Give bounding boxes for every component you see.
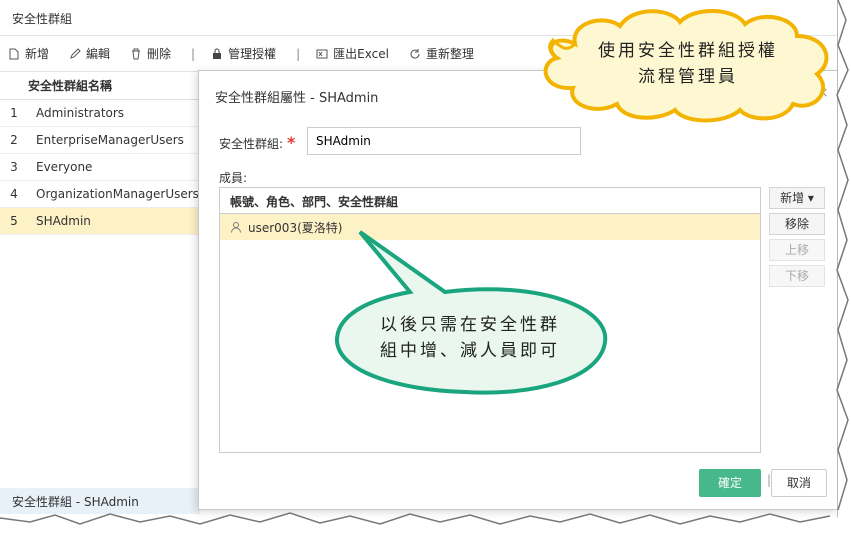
group-name-input[interactable] xyxy=(307,127,581,155)
group-grid: 安全性群組名稱 1 Administrators 2 EnterpriseMan… xyxy=(0,72,200,235)
callout-bottom-line2: 組中增、減人員即可 xyxy=(380,341,560,361)
pencil-icon xyxy=(70,47,81,59)
refresh-button[interactable]: 重新整理 xyxy=(409,45,474,62)
user-icon xyxy=(231,222,241,233)
row-number: 1 xyxy=(10,106,18,120)
cancel-button[interactable]: 取消 xyxy=(771,469,827,497)
delete-label: 刪除 xyxy=(147,47,172,61)
lock-icon xyxy=(213,48,222,59)
group-label-text: 安全性群組: xyxy=(219,137,284,151)
refresh-icon xyxy=(410,48,420,59)
refresh-label: 重新整理 xyxy=(425,47,474,61)
edit-label: 編輯 xyxy=(86,47,111,61)
row-name: EnterpriseManagerUsers xyxy=(36,133,184,147)
excel-icon xyxy=(316,49,328,58)
callout-top-line1: 使用安全性群組授權 xyxy=(598,41,778,61)
row-name: SHAdmin xyxy=(36,214,91,228)
row-number: 5 xyxy=(10,214,18,228)
move-down-button[interactable]: 下移 xyxy=(769,265,825,287)
row-number: 4 xyxy=(10,187,18,201)
delete-button[interactable]: 刪除 xyxy=(130,45,171,62)
group-field-label: 安全性群組: * xyxy=(219,133,295,152)
table-row[interactable]: 4 OrganizationManagerUsers xyxy=(0,181,200,208)
row-name: Administrators xyxy=(36,106,125,120)
trash-icon xyxy=(132,48,141,59)
table-row[interactable]: 1 Administrators xyxy=(0,100,200,127)
dialog-title: 安全性群組屬性 - SHAdmin xyxy=(215,91,379,106)
table-row[interactable]: 2 EnterpriseManagerUsers xyxy=(0,127,200,154)
grid-header: 安全性群組名稱 xyxy=(0,72,200,100)
callout-bottom-line1: 以後只需在安全性群 xyxy=(380,315,560,335)
toolbar-separator: | xyxy=(296,46,301,61)
export-excel-label: 匯出Excel xyxy=(333,47,389,61)
speech-bubble-icon xyxy=(334,230,608,395)
members-header: 帳號、角色、部門、安全性群組 xyxy=(220,188,760,214)
row-number: 2 xyxy=(10,133,18,147)
edit-button[interactable]: 編輯 xyxy=(69,45,110,62)
move-up-button[interactable]: 上移 xyxy=(769,239,825,261)
table-row-selected[interactable]: 5 SHAdmin xyxy=(0,208,200,235)
file-icon xyxy=(9,48,19,59)
required-icon: * xyxy=(287,133,296,152)
callout-top-line2: 流程管理員 xyxy=(638,67,738,87)
add-label: 新增 xyxy=(25,47,50,61)
remove-member-button[interactable]: 移除 xyxy=(769,213,825,235)
row-number: 3 xyxy=(10,160,18,174)
toolbar-separator: | xyxy=(191,46,196,61)
confirm-button[interactable]: 確定 xyxy=(699,469,761,497)
status-bar: 安全性群組 - SHAdmin xyxy=(0,488,200,514)
row-name: OrganizationManagerUsers xyxy=(36,187,199,201)
grid-header-name: 安全性群組名稱 xyxy=(28,79,113,93)
row-name: Everyone xyxy=(36,160,93,174)
manage-auth-button[interactable]: 管理授權 xyxy=(211,45,276,62)
manage-auth-label: 管理授權 xyxy=(228,47,277,61)
members-label: 成員: xyxy=(219,171,248,185)
export-excel-button[interactable]: 匯出Excel xyxy=(316,45,389,62)
add-button[interactable]: 新增 xyxy=(8,45,49,62)
table-row[interactable]: 3 Everyone xyxy=(0,154,200,181)
add-member-button[interactable]: 新增 ▾ xyxy=(769,187,825,209)
